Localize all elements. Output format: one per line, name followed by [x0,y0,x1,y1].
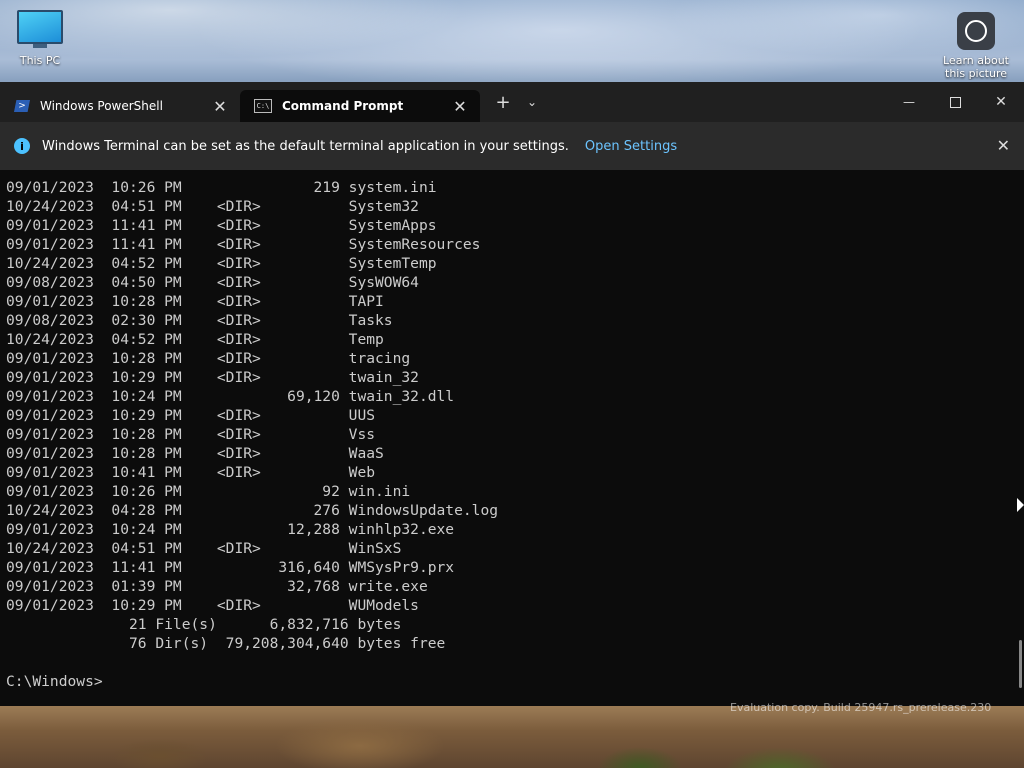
console-line: 09/01/2023 01:39 PM 32,768 write.exe [6,578,428,595]
console-line: 09/01/2023 11:41 PM <DIR> SystemResource… [6,236,481,253]
console-lines: 09/01/2023 10:26 PM 219 system.ini 10/24/… [0,178,1024,691]
console-line: 09/01/2023 10:28 PM <DIR> TAPI [6,293,384,310]
console-line: 10/24/2023 04:28 PM 276 WindowsUpdate.lo… [6,502,499,519]
mouse-cursor-icon [1017,498,1024,512]
console-line: 09/08/2023 04:50 PM <DIR> SysWOW64 [6,274,419,291]
command-prompt-line: C:\Windows> [6,673,103,690]
console-output[interactable]: 09/01/2023 10:26 PM 219 system.ini 10/24/… [0,178,1024,706]
tab-label: Windows PowerShell [40,99,163,113]
monitor-stand [33,44,47,48]
console-line: 76 Dir(s) 79,208,304,640 bytes free [6,635,446,652]
close-tab-icon[interactable]: ✕ [450,97,470,116]
close-icon: ✕ [995,94,1007,110]
tab-label: Command Prompt [282,99,404,113]
info-icon: i [14,138,30,154]
cmd-icon: C:\ [254,99,272,113]
maximize-icon [949,96,961,108]
powershell-icon: > [14,100,30,112]
scrollbar-thumb[interactable] [1019,640,1022,688]
this-pc-icon [17,10,63,44]
console-line: 09/01/2023 11:41 PM <DIR> SystemApps [6,217,437,234]
tab-command-prompt[interactable]: C:\ Command Prompt ✕ [240,90,480,122]
console-line: 09/01/2023 10:29 PM <DIR> UUS [6,407,376,424]
close-tab-icon[interactable]: ✕ [210,97,230,116]
console-line: 09/01/2023 10:29 PM <DIR> twain_32 [6,369,419,386]
title-bar[interactable]: > Windows PowerShell ✕ C:\ Command Promp… [0,82,1024,122]
open-settings-link[interactable]: Open Settings [585,139,677,154]
window-controls: — ✕ [886,82,1024,122]
desktop-wallpaper-foreground [0,706,1024,768]
console-line: 09/01/2023 10:28 PM <DIR> Vss [6,426,376,443]
minimize-button[interactable]: — [886,82,932,122]
tab-dropdown-button[interactable]: ⌄ [520,95,544,109]
console-line: 09/01/2023 10:24 PM 69,120 twain_32.dll [6,388,455,405]
close-window-button[interactable]: ✕ [978,82,1024,122]
tab-windows-powershell[interactable]: > Windows PowerShell ✕ [0,90,240,122]
console-line: 21 File(s) 6,832,716 bytes [6,616,402,633]
infobar-message: Windows Terminal can be set as the defau… [42,138,569,154]
console-line: 09/08/2023 02:30 PM <DIR> Tasks [6,312,393,329]
default-terminal-infobar: i Windows Terminal can be set as the def… [0,122,1024,170]
console-line: 09/01/2023 10:29 PM <DIR> WUModels [6,597,419,614]
minimize-icon: — [903,95,915,109]
console-line: 09/01/2023 11:41 PM 316,640 WMSysPr9.prx [6,559,455,576]
console-line: 09/01/2023 10:24 PM 12,288 winhlp32.exe [6,521,455,538]
desktop-icon-label: This PC [19,54,61,67]
console-line: 10/24/2023 04:52 PM <DIR> SystemTemp [6,255,437,272]
console-line: 10/24/2023 04:51 PM <DIR> WinSxS [6,540,402,557]
learn-icon [957,12,995,50]
console-line: 10/24/2023 04:51 PM <DIR> System32 [6,198,419,215]
console-line: 09/01/2023 10:28 PM <DIR> tracing [6,350,411,367]
terminal-window: > Windows PowerShell ✕ C:\ Command Promp… [0,82,1024,706]
desktop-icon-learn-about-picture[interactable]: Learn about this picture [940,12,1012,80]
desktop-icon-label: Learn about this picture [943,54,1009,80]
maximize-button[interactable] [932,82,978,122]
evaluation-watermark: Evaluation copy. Build 25947.rs_prerelea… [730,701,992,714]
new-tab-button[interactable]: + [486,92,520,113]
infobar-close-button[interactable]: ✕ [997,136,1010,155]
chevron-down-icon: ⌄ [526,95,538,109]
console-line: 09/01/2023 10:28 PM <DIR> WaaS [6,445,384,462]
console-line: 10/24/2023 04:52 PM <DIR> Temp [6,331,384,348]
console-line: 09/01/2023 10:26 PM 92 win.ini [6,483,411,500]
console-line: 09/01/2023 10:26 PM 219 system.ini [6,179,437,196]
console-line: 09/01/2023 10:41 PM <DIR> Web [6,464,376,481]
desktop-icon-this-pc[interactable]: This PC [12,10,68,67]
